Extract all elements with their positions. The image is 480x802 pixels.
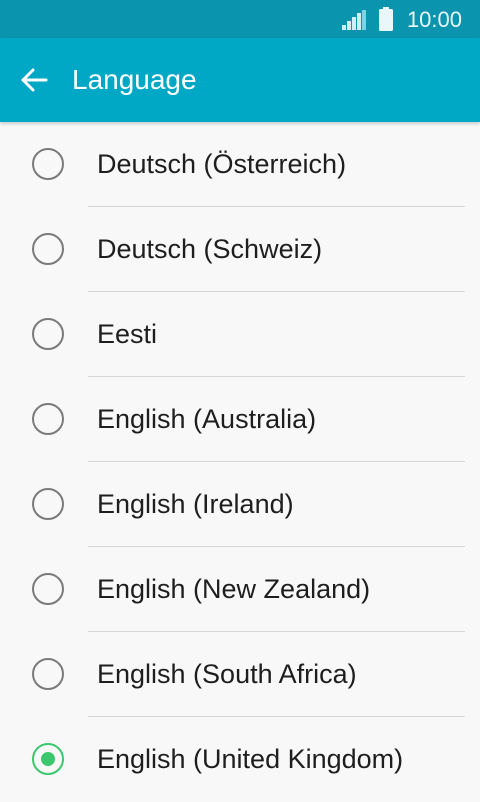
radio-dot xyxy=(41,752,55,766)
page-title: Language xyxy=(72,64,197,95)
language-label: Eesti xyxy=(97,319,158,349)
cell-signal-icon xyxy=(342,10,366,30)
status-time: 10:00 xyxy=(406,7,462,32)
language-option[interactable]: English (South Africa) xyxy=(0,632,480,717)
radio-button[interactable] xyxy=(32,318,64,350)
app-bar: Language xyxy=(0,38,480,122)
radio-button-selected[interactable] xyxy=(32,743,64,775)
radio-button[interactable] xyxy=(32,573,64,605)
radio-button[interactable] xyxy=(32,148,64,180)
language-list: Deutsch (Österreich) Deutsch (Schweiz) E… xyxy=(0,122,480,802)
language-option[interactable]: English (New Zealand) xyxy=(0,547,480,632)
language-option[interactable]: English (Ireland) xyxy=(0,462,480,547)
radio-button[interactable] xyxy=(32,403,64,435)
language-option-selected[interactable]: English (United Kingdom) xyxy=(0,717,480,802)
radio-button[interactable] xyxy=(32,658,64,690)
language-label: Deutsch (Österreich) xyxy=(97,149,347,179)
status-bar: 10:00 xyxy=(0,0,480,38)
radio-button[interactable] xyxy=(32,233,64,265)
language-option[interactable]: Eesti xyxy=(0,292,480,377)
arrow-back-icon[interactable] xyxy=(18,64,50,96)
language-label: English (New Zealand) xyxy=(97,574,371,604)
battery-icon xyxy=(379,7,393,31)
language-label: English (Australia) xyxy=(97,404,317,434)
language-option[interactable]: Deutsch (Österreich) xyxy=(0,122,480,207)
language-label: English (Ireland) xyxy=(97,489,294,519)
language-option[interactable]: English (Australia) xyxy=(0,377,480,462)
language-option[interactable]: Deutsch (Schweiz) xyxy=(0,207,480,292)
radio-button[interactable] xyxy=(32,488,64,520)
language-label: English (United Kingdom) xyxy=(97,744,404,774)
language-label: English (South Africa) xyxy=(97,659,357,689)
language-label: Deutsch (Schweiz) xyxy=(97,234,323,264)
